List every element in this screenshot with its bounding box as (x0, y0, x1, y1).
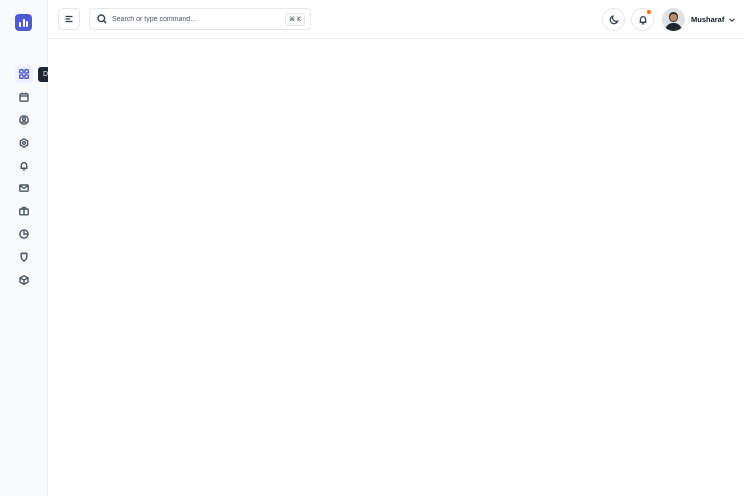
grid-icon (15, 65, 33, 84)
sidebar-item-calendar[interactable] (0, 86, 48, 109)
sidebar-item-security[interactable] (0, 245, 48, 268)
user-name: Musharaf (691, 15, 725, 24)
notification-dot (647, 10, 651, 14)
app-logo-icon[interactable] (15, 14, 32, 31)
bell-icon (15, 157, 33, 175)
notifications-button[interactable] (631, 8, 654, 31)
moon-icon (609, 14, 619, 24)
avatar (662, 8, 685, 31)
sidebar-item-profile[interactable] (0, 109, 48, 132)
sidebar-item-briefcase[interactable] (0, 200, 48, 223)
menu-icon (65, 15, 73, 23)
search-input[interactable] (112, 15, 282, 23)
user-menu[interactable]: Musharaf (662, 8, 736, 31)
mail-icon (15, 179, 33, 197)
user-circle-icon (15, 111, 33, 129)
sidebar-item-settings[interactable] (0, 131, 48, 154)
box-icon (15, 271, 33, 289)
search-shortcut-badge: ⌘ K (285, 13, 305, 26)
main-content (48, 40, 744, 496)
sidebar-item-notifications[interactable] (0, 154, 48, 177)
sidebar-item-packages[interactable] (0, 268, 48, 291)
sidebar-item-mail[interactable] (0, 177, 48, 200)
calendar-icon (15, 88, 33, 106)
sidebar-item-reports[interactable] (0, 223, 48, 246)
sidebar-toggle-button[interactable] (58, 8, 80, 30)
sidebar-nav (0, 63, 48, 291)
search-bar[interactable]: ⌘ K (89, 8, 311, 30)
theme-toggle-button[interactable] (602, 8, 625, 31)
search-icon (97, 14, 107, 24)
top-header: ⌘ K Musharaf (48, 0, 744, 39)
gear-icon (15, 134, 33, 152)
bell-icon (639, 15, 646, 25)
briefcase-icon (15, 202, 33, 220)
pie-chart-icon (15, 225, 33, 243)
chevron-down-icon (729, 17, 736, 22)
shield-icon (15, 248, 33, 266)
